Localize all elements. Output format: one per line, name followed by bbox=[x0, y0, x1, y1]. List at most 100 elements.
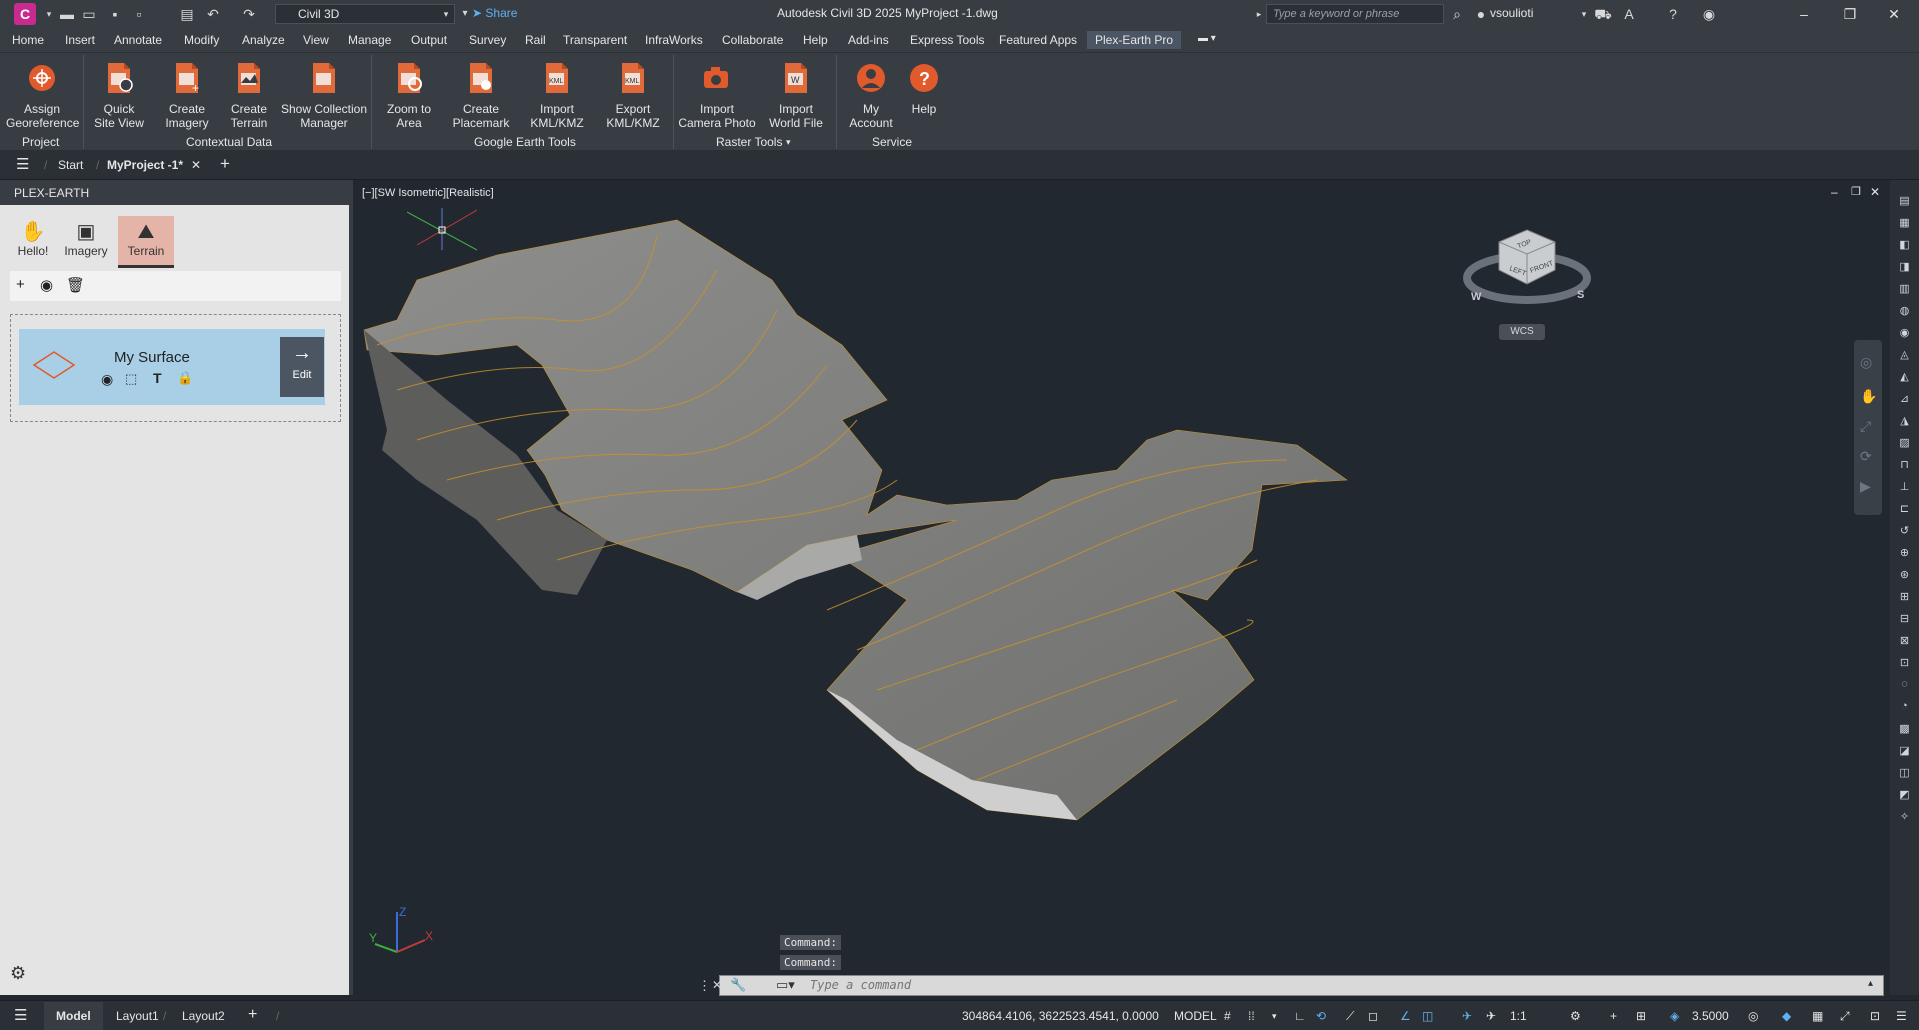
tab-addins[interactable]: Add-ins bbox=[848, 33, 889, 47]
clean-screen-icon[interactable]: ▦ bbox=[1812, 1009, 1823, 1023]
save-as-icon[interactable]: ▫ bbox=[130, 5, 148, 23]
grid-icon[interactable]: # bbox=[1224, 1009, 1231, 1023]
object-snap-icon[interactable]: ◫ bbox=[1422, 1009, 1433, 1023]
create-imagery-button[interactable]: + Create Imagery bbox=[154, 61, 220, 130]
polar-tracking-icon[interactable]: ⟲ bbox=[1316, 1009, 1326, 1023]
help-icon[interactable]: ? bbox=[1664, 5, 1682, 23]
drawing-viewport[interactable]: [−][SW Isometric][Realistic] – ❐ ✕ TOP L… bbox=[357, 180, 1890, 996]
tab-plex-earth-pro[interactable]: Plex-Earth Pro bbox=[1087, 31, 1182, 49]
tab-analyze[interactable]: Analyze bbox=[242, 33, 285, 47]
share-button[interactable]: ➤ Share bbox=[472, 6, 517, 20]
tool-icon[interactable]: ◬ bbox=[1896, 348, 1913, 362]
tab-myproject[interactable]: MyProject -1* bbox=[107, 158, 183, 172]
app-logo-icon[interactable]: C bbox=[14, 3, 36, 25]
annotation-scale[interactable]: 1:1 bbox=[1510, 1009, 1527, 1023]
ortho-icon[interactable]: ∟ bbox=[1294, 1009, 1306, 1023]
create-placemark-button[interactable]: Create Placemark bbox=[446, 61, 516, 130]
globe-icon[interactable]: ◍ bbox=[1896, 304, 1913, 318]
tool-icon[interactable]: ⊞ bbox=[1896, 590, 1913, 604]
close-icon[interactable]: ✕ bbox=[1884, 4, 1904, 24]
tool-icon[interactable]: ◨ bbox=[1896, 260, 1913, 274]
ribbon-display-toggle-icon[interactable]: ▬ ▾ bbox=[1198, 33, 1216, 44]
tool-icon[interactable]: ▤ bbox=[1896, 194, 1913, 208]
osnap-icon[interactable]: ◻ bbox=[1368, 1009, 1378, 1023]
orbit-icon[interactable]: ⟳ bbox=[1860, 448, 1872, 465]
command-input[interactable] bbox=[810, 978, 1510, 992]
user-name[interactable]: vsoulioti bbox=[1490, 6, 1533, 20]
tool-icon[interactable]: ◧ bbox=[1896, 238, 1913, 252]
import-kml-button[interactable]: KML Import KML/KMZ bbox=[524, 61, 590, 130]
customize-wrench-icon[interactable]: 🔧 bbox=[730, 977, 746, 993]
workspace-switch-gear-icon[interactable]: ⚙ bbox=[1570, 1009, 1581, 1023]
surface-select-icon[interactable]: ⬚ bbox=[125, 371, 137, 387]
user-icon[interactable]: ● bbox=[1472, 5, 1490, 23]
tool-icon[interactable]: ◮ bbox=[1896, 414, 1913, 428]
steering-wheel-icon[interactable]: ◎ bbox=[1860, 354, 1872, 371]
tab-infraworks[interactable]: InfraWorks bbox=[645, 33, 703, 47]
snap-icon[interactable]: ⁞⁞ bbox=[1248, 1009, 1255, 1023]
tool-icon[interactable]: ⊡ bbox=[1896, 656, 1913, 670]
tool-icon[interactable]: ⊏ bbox=[1896, 502, 1913, 516]
workspace-select[interactable]: Civil 3D bbox=[275, 4, 455, 24]
new-file-icon[interactable]: ▬ bbox=[58, 5, 76, 23]
tab-output[interactable]: Output bbox=[411, 33, 447, 47]
isodraft-icon[interactable]: ⟋ bbox=[1346, 1009, 1354, 1024]
units-icon[interactable]: ⊞ bbox=[1636, 1009, 1646, 1023]
coordinate-readout[interactable]: 304864.4106, 3622523.4541, 0.0000 bbox=[962, 1009, 1159, 1023]
tool-icon[interactable]: ◭ bbox=[1896, 370, 1913, 384]
tab-insert[interactable]: Insert bbox=[65, 33, 95, 47]
tool-icon[interactable]: ↺ bbox=[1896, 524, 1913, 538]
command-close-icon[interactable]: ✕ bbox=[712, 978, 722, 992]
customize-status-icon[interactable]: ☰ bbox=[1896, 1009, 1907, 1023]
tool-icon[interactable]: ◌ bbox=[1896, 678, 1913, 692]
annotation-visibility-icon[interactable]: ✈ bbox=[1462, 1009, 1472, 1023]
tab-home[interactable]: Home bbox=[12, 33, 44, 47]
palette-tab-terrain[interactable]: ⛰ Terrain bbox=[118, 216, 174, 268]
my-account-button[interactable]: My Account bbox=[842, 61, 900, 130]
tool-icon[interactable]: ▦ bbox=[1896, 216, 1913, 230]
export-kml-button[interactable]: KML Export KML/KMZ bbox=[600, 61, 666, 130]
palette-settings-gear-icon[interactable]: ⚙ bbox=[10, 963, 26, 984]
tool-icon[interactable]: ⊓ bbox=[1896, 458, 1913, 472]
surface-visibility-icon[interactable]: ◉ bbox=[101, 371, 113, 388]
tool-icon[interactable]: ◔ bbox=[1896, 700, 1913, 714]
showmotion-icon[interactable]: ▶ bbox=[1860, 478, 1871, 495]
surface-edit-button[interactable]: → Edit bbox=[280, 337, 324, 397]
panel-label-raster-tools[interactable]: Raster Tools bbox=[716, 135, 782, 149]
workspace-chevron-icon[interactable]: ▾ bbox=[437, 5, 455, 23]
new-layout-icon[interactable]: + bbox=[248, 1006, 257, 1024]
tab-start[interactable]: Start bbox=[58, 158, 83, 172]
status-menu-icon[interactable]: ☰ bbox=[14, 1006, 27, 1024]
layout-tab-model[interactable]: Model bbox=[44, 1002, 103, 1030]
layout-tab-layout1[interactable]: Layout1 bbox=[116, 1009, 159, 1023]
add-icon[interactable]: + bbox=[16, 276, 25, 293]
new-tab-icon[interactable]: + bbox=[220, 154, 230, 174]
app-menu-chevron-icon[interactable]: ▾ bbox=[40, 5, 58, 23]
redo-icon[interactable]: ↷ bbox=[240, 5, 258, 23]
wcs-menu[interactable]: WCS bbox=[1499, 324, 1545, 340]
open-folder-icon[interactable]: ▭ bbox=[80, 5, 98, 23]
palette-tab-imagery[interactable]: ▣ Imagery bbox=[58, 216, 114, 268]
raster-tools-chevron-icon[interactable]: ▾ bbox=[786, 137, 791, 148]
tool-icon[interactable]: ▩ bbox=[1896, 722, 1913, 736]
tool-icon[interactable]: ⊕ bbox=[1896, 546, 1913, 560]
save-icon[interactable]: ▪ bbox=[106, 5, 124, 23]
tool-icon[interactable]: ◫ bbox=[1896, 766, 1913, 780]
tab-annotate[interactable]: Annotate bbox=[114, 33, 162, 47]
tab-view[interactable]: View bbox=[303, 33, 329, 47]
assign-georeference-button[interactable]: Assign Georeference bbox=[6, 61, 79, 130]
tool-icon[interactable]: ✧ bbox=[1896, 810, 1913, 824]
tab-rail[interactable]: Rail bbox=[525, 33, 546, 47]
tab-express-tools[interactable]: Express Tools bbox=[910, 33, 984, 47]
tool-icon[interactable]: ⊿ bbox=[1896, 392, 1913, 406]
feedback-icon[interactable]: ◉ bbox=[1700, 5, 1718, 23]
tool-icon[interactable]: ▨ bbox=[1896, 436, 1913, 450]
tool-icon[interactable]: ⊠ bbox=[1896, 634, 1913, 648]
zoom-extents-icon[interactable]: ⤢ bbox=[1860, 418, 1871, 435]
globe-icon[interactable]: ◉ bbox=[1896, 326, 1913, 340]
auto-scale-icon[interactable]: ✈ bbox=[1486, 1009, 1496, 1023]
autodesk-app-icon[interactable]: A bbox=[1620, 5, 1638, 23]
zoom-to-area-button[interactable]: Zoom to Area bbox=[376, 61, 442, 130]
tab-survey[interactable]: Survey bbox=[469, 33, 506, 47]
search-input[interactable]: Type a keyword or phrase bbox=[1266, 4, 1444, 24]
